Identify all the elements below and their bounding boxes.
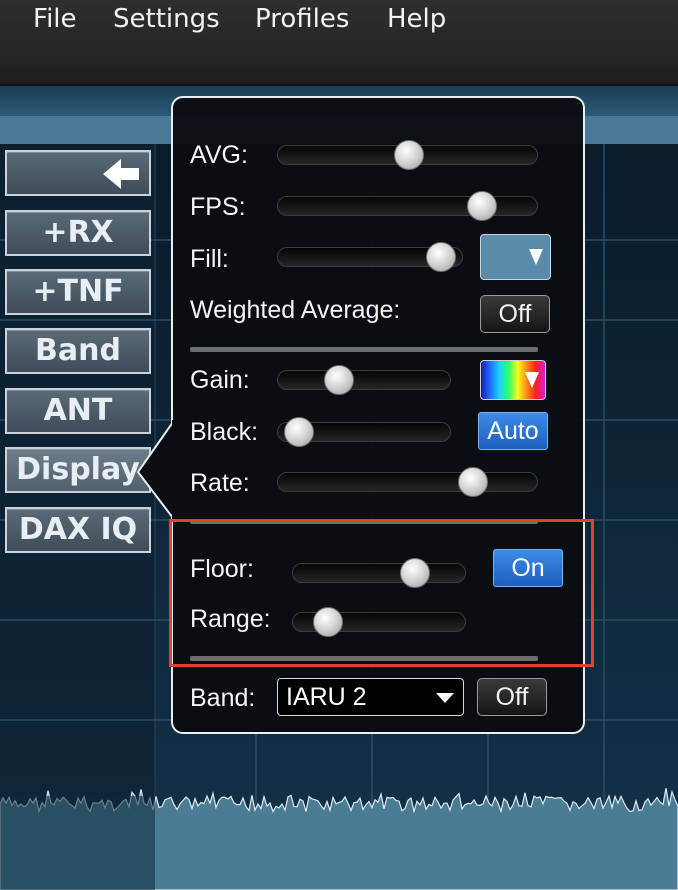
band-button[interactable]: Band bbox=[5, 328, 151, 374]
weighted-average-label: Weighted Average: bbox=[190, 296, 401, 324]
weighted-average-toggle[interactable]: Off bbox=[480, 295, 550, 333]
menu-bar: File Settings Profiles Help bbox=[0, 0, 678, 86]
black-slider[interactable] bbox=[277, 417, 451, 447]
fill-color-picker[interactable] bbox=[480, 234, 551, 280]
divider bbox=[190, 347, 538, 352]
band-plan-toggle[interactable]: Off bbox=[477, 678, 547, 716]
gain-slider[interactable] bbox=[277, 365, 451, 395]
menu-file[interactable]: File bbox=[33, 4, 77, 34]
highlight-box bbox=[169, 519, 594, 667]
back-button[interactable] bbox=[5, 150, 151, 196]
fill-label: Fill: bbox=[190, 245, 229, 273]
band-plan-value: IARU 2 bbox=[286, 683, 367, 711]
black-auto-button[interactable]: Auto bbox=[478, 412, 548, 450]
black-label: Black: bbox=[190, 418, 259, 446]
rate-slider-thumb[interactable] bbox=[458, 467, 489, 497]
menu-profiles[interactable]: Profiles bbox=[255, 4, 349, 34]
menu-help[interactable]: Help bbox=[387, 4, 446, 34]
band-label: Band: bbox=[190, 684, 256, 712]
add-rx-button[interactable]: +RX bbox=[5, 210, 151, 256]
add-tnf-button[interactable]: +TNF bbox=[5, 269, 151, 315]
gain-slider-thumb[interactable] bbox=[324, 365, 355, 395]
rate-slider[interactable] bbox=[277, 467, 538, 497]
menu-settings[interactable]: Settings bbox=[113, 4, 220, 34]
popup-pointer bbox=[136, 420, 176, 520]
chevron-down-icon bbox=[525, 372, 539, 388]
chevron-down-icon bbox=[529, 249, 543, 265]
fps-slider[interactable] bbox=[277, 191, 538, 221]
band-plan-select[interactable]: IARU 2 bbox=[277, 678, 464, 716]
avg-label: AVG: bbox=[190, 141, 248, 169]
avg-slider[interactable] bbox=[277, 140, 538, 170]
color-gradient-picker[interactable] bbox=[480, 360, 546, 400]
fps-label: FPS: bbox=[190, 193, 246, 221]
chevron-down-icon bbox=[436, 693, 454, 703]
rate-label: Rate: bbox=[190, 469, 250, 497]
fill-slider[interactable] bbox=[277, 242, 463, 272]
avg-slider-thumb[interactable] bbox=[393, 140, 424, 170]
gain-label: Gain: bbox=[190, 366, 250, 394]
black-slider-thumb[interactable] bbox=[283, 417, 314, 447]
fill-slider-thumb[interactable] bbox=[426, 242, 457, 272]
arrow-left-icon bbox=[103, 159, 139, 189]
